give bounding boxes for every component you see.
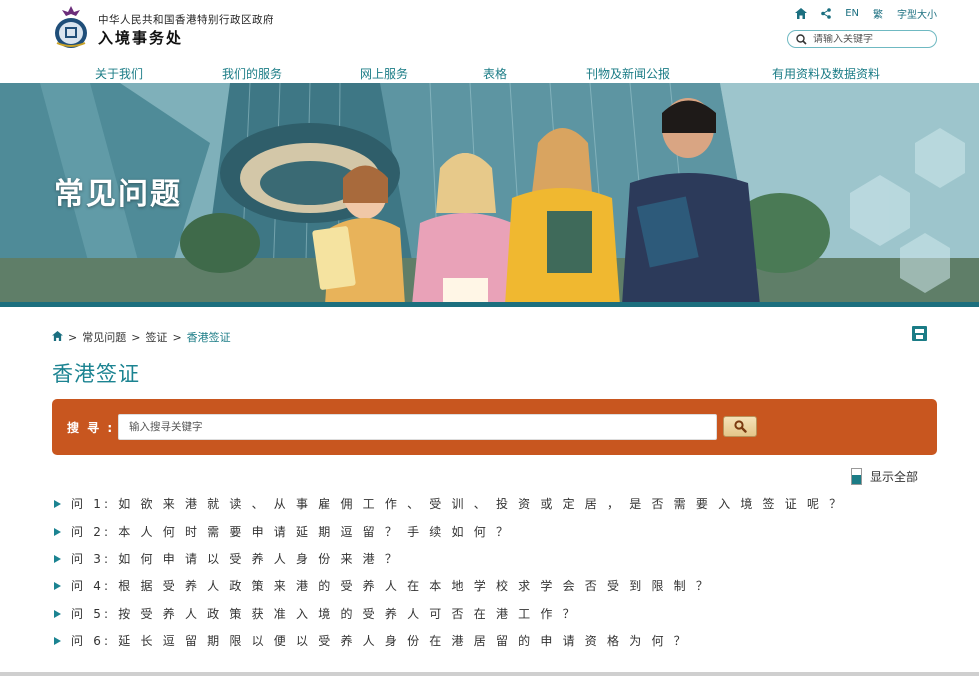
faq-question-2[interactable]: 问 2: 本 人 何 时 需 要 申 请 延 期 逗 留 ？ 手 续 如 何 ？ xyxy=(54,523,511,540)
site-search xyxy=(787,30,937,48)
nav-forms[interactable]: 表格 xyxy=(483,65,507,82)
search-icon[interactable] xyxy=(796,30,807,49)
faq-question-text: 问 3: 如 何 申 请 以 受 养 人 身 份 来 港 ？ xyxy=(71,552,401,566)
breadcrumb-visa[interactable]: 签证 xyxy=(145,329,167,345)
department-title[interactable]: 入境事务处 xyxy=(98,27,183,48)
faq-question-text: 问 1: 如 欲 来 港 就 读 、 从 事 雇 佣 工 作 、 受 训 、 投… xyxy=(71,497,845,511)
breadcrumb-current: 香港签证 xyxy=(186,331,231,344)
lang-en-link[interactable]: EN xyxy=(845,8,859,19)
faq-search-button[interactable] xyxy=(723,416,757,437)
breadcrumb-separator: > xyxy=(172,330,182,344)
expand-all-icon xyxy=(851,468,862,485)
nav-publications-press[interactable]: 刊物及新闻公报 xyxy=(586,65,670,82)
top-tools: EN 繁 字型大小 xyxy=(795,6,937,21)
nav-our-services[interactable]: 我们的服务 xyxy=(222,65,282,82)
expand-arrow-icon xyxy=(54,636,61,645)
footer-divider xyxy=(0,672,979,676)
faq-question-3[interactable]: 问 3: 如 何 申 请 以 受 养 人 身 份 来 港 ？ xyxy=(54,550,400,567)
breadcrumb: > 常见问题 > 签证 > 香港签证 xyxy=(52,329,231,345)
header: 中华人民共和国香港特别行政区政府 入境事务处 EN 繁 字型大小 xyxy=(0,0,979,60)
faq-question-text: 问 4: 根 据 受 养 人 政 策 来 港 的 受 养 人 在 本 地 学 校… xyxy=(71,579,712,593)
faq-question-1[interactable]: 问 1: 如 欲 来 港 就 读 、 从 事 雇 佣 工 作 、 受 训 、 投… xyxy=(54,495,844,512)
print-icon[interactable] xyxy=(912,326,927,341)
faq-question-5[interactable]: 问 5: 按 受 养 人 政 策 获 准 入 境 的 受 养 人 可 否 在 港… xyxy=(54,605,578,622)
immigration-emblem-icon[interactable] xyxy=(52,5,90,49)
home-icon[interactable] xyxy=(795,8,808,19)
nav-online-services[interactable]: 网上服务 xyxy=(360,65,408,82)
font-size-link[interactable]: 字型大小 xyxy=(897,6,937,21)
expand-arrow-icon xyxy=(54,499,61,508)
breadcrumb-separator: > xyxy=(131,330,141,344)
faq-search-label: 搜 寻 : xyxy=(67,421,115,435)
faq-question-4[interactable]: 问 4: 根 据 受 养 人 政 策 来 港 的 受 养 人 在 本 地 学 校… xyxy=(54,577,711,594)
faq-question-text: 问 6: 延 长 逗 留 期 限 以 便 以 受 养 人 身 份 在 港 居 留… xyxy=(71,634,689,648)
magnifier-icon xyxy=(733,420,747,433)
breadcrumb-separator: > xyxy=(68,330,78,344)
faq-question-text: 问 5: 按 受 养 人 政 策 获 准 入 境 的 受 养 人 可 否 在 港… xyxy=(71,607,578,621)
faq-search-input[interactable] xyxy=(118,414,717,440)
government-title: 中华人民共和国香港特别行政区政府 xyxy=(98,14,274,26)
nav-useful-information[interactable]: 有用资料及数据资料 xyxy=(772,65,880,82)
expand-arrow-icon xyxy=(54,527,61,536)
expand-arrow-icon xyxy=(54,609,61,618)
main-nav: 关于我们 我们的服务 网上服务 表格 刊物及新闻公报 有用资料及数据资料 xyxy=(0,62,979,82)
breadcrumb-home-icon[interactable] xyxy=(52,330,63,344)
expand-arrow-icon xyxy=(54,554,61,563)
banner-title: 常见问题 xyxy=(54,177,182,212)
show-all-label: 显示全部 xyxy=(870,470,919,484)
site-search-input[interactable] xyxy=(813,33,928,45)
lang-traditional-link[interactable]: 繁 xyxy=(873,6,883,21)
hero-banner: 常见问题 xyxy=(0,83,979,305)
faq-search-panel: 搜 寻 : xyxy=(52,399,937,455)
banner-divider xyxy=(0,302,979,307)
expand-arrow-icon xyxy=(54,581,61,590)
nav-about-us[interactable]: 关于我们 xyxy=(95,65,143,82)
faq-question-6[interactable]: 问 6: 延 长 逗 留 期 限 以 便 以 受 养 人 身 份 在 港 居 留… xyxy=(54,632,689,649)
page-title: 香港签证 xyxy=(52,362,140,386)
faq-question-text: 问 2: 本 人 何 时 需 要 申 请 延 期 逗 留 ？ 手 续 如 何 ？ xyxy=(71,525,512,539)
share-icon[interactable] xyxy=(821,8,831,19)
breadcrumb-faq[interactable]: 常见问题 xyxy=(82,329,126,345)
show-all-toggle[interactable]: 显示全部 xyxy=(851,468,918,485)
